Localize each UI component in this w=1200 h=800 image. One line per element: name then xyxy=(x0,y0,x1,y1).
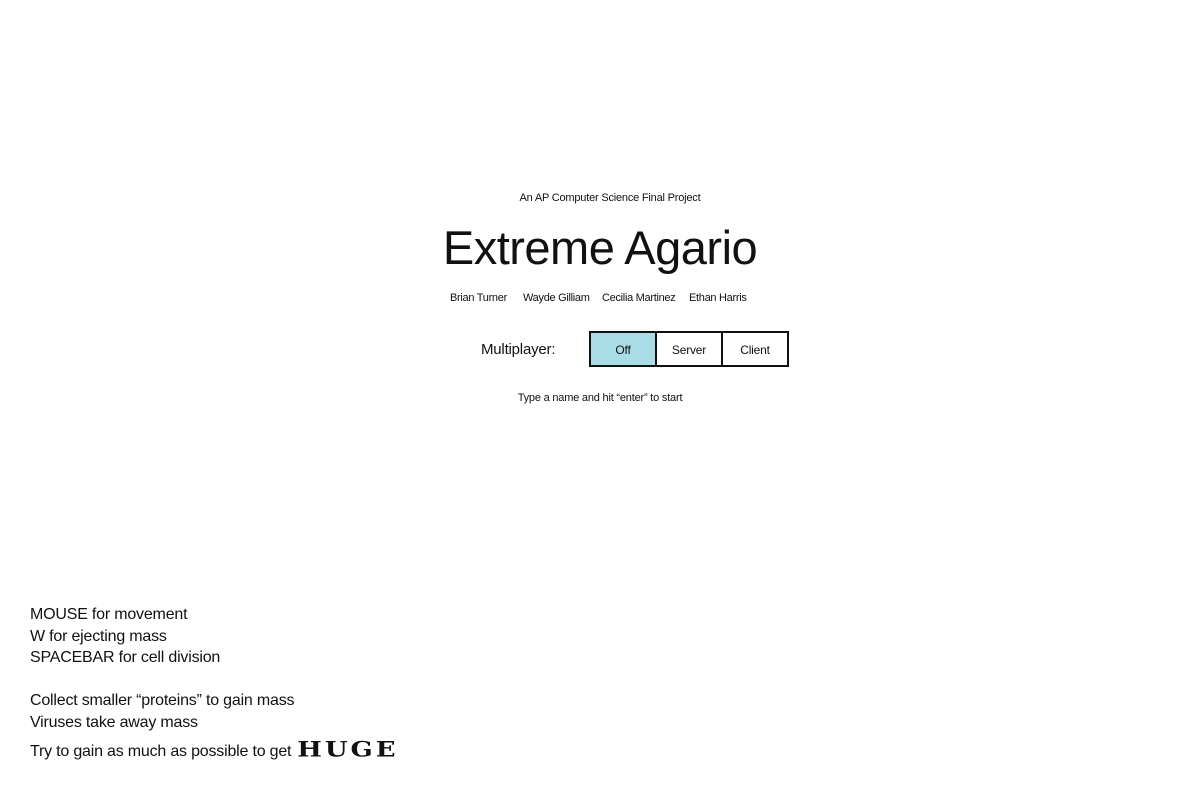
game-title: Extreme Agario xyxy=(442,221,758,274)
info-line-text: Try to gain as much as possible to get xyxy=(30,743,292,760)
author-name: Brian Turner xyxy=(450,292,507,304)
multiplayer-off-button[interactable]: Off xyxy=(591,333,655,365)
multiplayer-server-button[interactable]: Server xyxy=(655,333,721,365)
multiplayer-toggle-group: Off Server Client xyxy=(589,331,789,367)
info-line: Try to gain as much as possible to get H… xyxy=(30,737,399,763)
author-name: Ethan Harris xyxy=(689,292,747,304)
gameplay-info: Collect smaller “proteins” to gain mass … xyxy=(30,690,399,763)
subtitle: An AP Computer Science Final Project xyxy=(519,192,701,204)
info-line: Viruses take away mass xyxy=(30,714,198,731)
control-instruction: W for ejecting mass xyxy=(30,627,167,645)
control-instruction: SPACEBAR for cell division xyxy=(30,649,221,666)
multiplayer-label: Multiplayer: xyxy=(481,341,556,358)
info-line: Collect smaller “proteins” to gain mass xyxy=(30,692,295,709)
author-name: Cecilia Martinez xyxy=(602,292,676,304)
controls-list: MOUSE for movement W for ejecting mass S… xyxy=(30,604,220,669)
multiplayer-client-button[interactable]: Client xyxy=(721,333,787,365)
start-hint: Type a name and hit “enter” to start xyxy=(517,392,683,404)
huge-word: HUGE xyxy=(297,737,399,763)
author-name: Wayde Gilliam xyxy=(523,292,590,304)
control-instruction: MOUSE for movement xyxy=(30,606,188,623)
